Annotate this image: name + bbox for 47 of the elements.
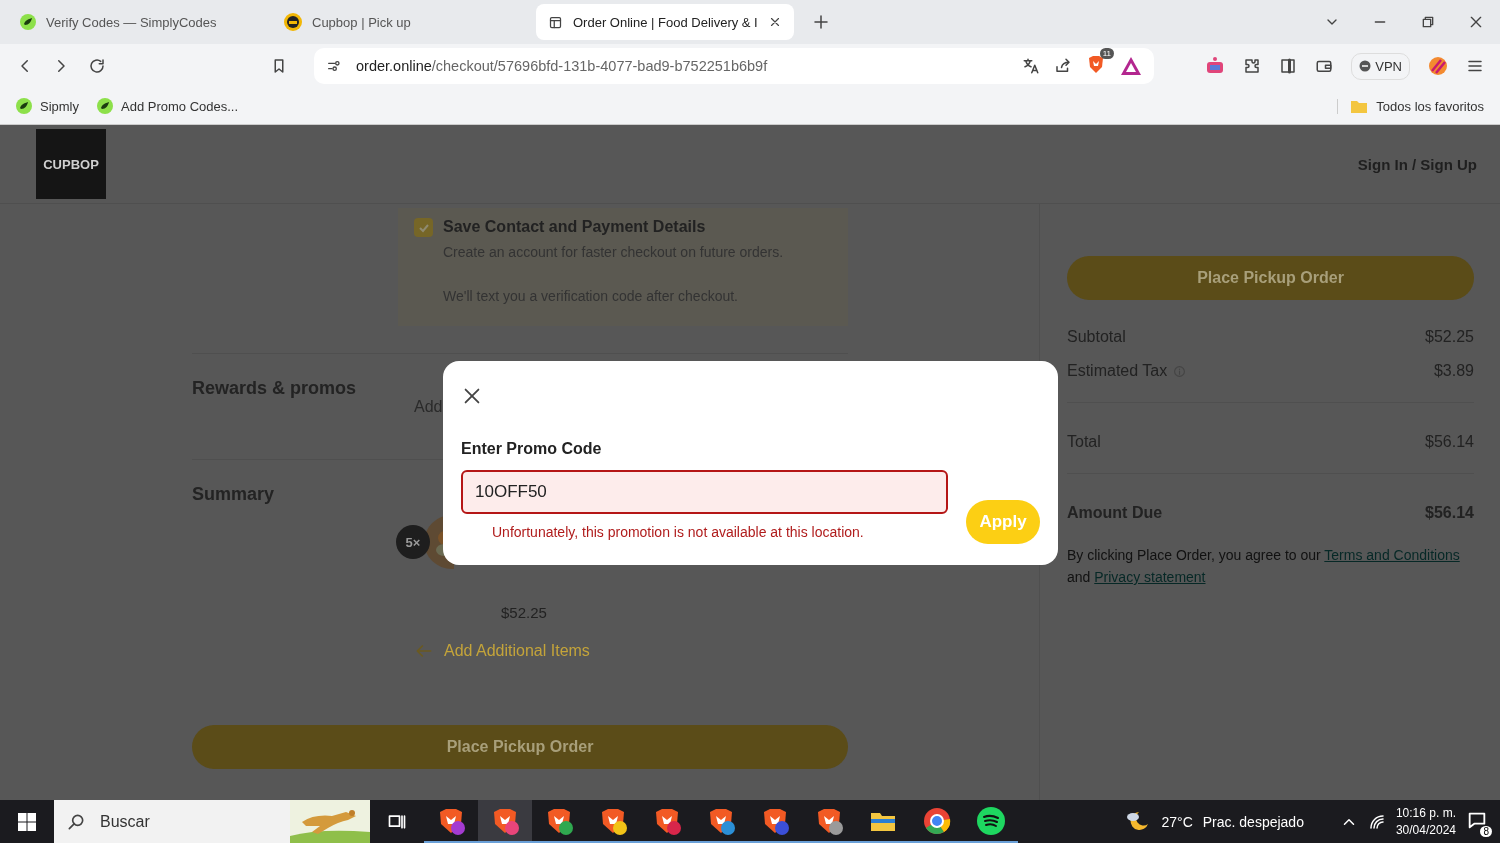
page-icon <box>548 14 563 30</box>
lion-shield-icon[interactable] <box>1086 54 1106 74</box>
puzzle-icon[interactable] <box>1243 57 1262 75</box>
browser-tab[interactable]: Cupbop | Pick up <box>272 4 518 40</box>
url-text[interactable]: order.online/checkout/57696bfd-131b-4077-bad9-b752251b6b9f <box>356 58 1008 74</box>
close-icon[interactable] <box>1468 14 1484 30</box>
bookmarks-folder[interactable]: Todos los favoritos <box>1350 98 1484 114</box>
legal-text: By clicking Place Order, you agree to our Terms and Conditions and Privacy statement <box>1067 546 1461 587</box>
vpn-button[interactable]: VPN <box>1351 52 1410 80</box>
folder-icon <box>1350 98 1369 114</box>
share-icon[interactable] <box>1054 57 1072 75</box>
brand-logo[interactable]: CUPBOP <box>36 129 106 199</box>
windows-logo-icon[interactable] <box>18 812 36 831</box>
close-icon[interactable] <box>768 15 782 29</box>
checkbox[interactable] <box>414 218 433 237</box>
clock-date[interactable]: 30/04/2024 <box>1395 821 1456 839</box>
bookmark-link[interactable]: Sipmly <box>16 98 79 114</box>
robot-icon[interactable] <box>1205 56 1226 76</box>
quantity-badge: 5× <box>396 525 430 559</box>
bookmark-link[interactable]: Add Promo Codes... <box>97 98 239 114</box>
promo-code-field[interactable]: 10OFF50 <box>461 470 948 514</box>
browser-tab[interactable]: Verify Codes — SimplyCodes <box>8 4 254 40</box>
new-tab-icon[interactable] <box>812 13 830 31</box>
triangle-logo-icon[interactable] <box>1120 56 1142 76</box>
translate-icon[interactable] <box>1022 57 1040 75</box>
wifi-icon[interactable] <box>1367 812 1386 831</box>
reload-icon[interactable] <box>88 57 106 75</box>
dialog-title: Enter Promo Code <box>461 440 603 458</box>
search-field[interactable]: Buscar <box>98 811 282 832</box>
weather-text: Prac. despejado <box>1202 813 1304 830</box>
error-message: Unfortunately, this promotion is not available at this location. <box>492 524 865 540</box>
sidebar-icon[interactable] <box>1279 57 1298 75</box>
notification-count: 8 <box>1480 826 1492 837</box>
search-box[interactable]: Buscar <box>54 800 370 843</box>
browser-tab[interactable]: Order Online | Food Delivery & I <box>536 4 794 40</box>
bowl-logo-icon <box>284 13 302 31</box>
minus-circle-icon <box>1359 60 1372 72</box>
site-settings-icon[interactable] <box>326 58 342 74</box>
save-details-title: Save Contact and Payment Details <box>443 218 707 236</box>
notification-badge: 11 <box>1099 48 1114 59</box>
temperature-text: 27°C <box>1161 813 1193 830</box>
restore-icon[interactable] <box>1420 14 1436 30</box>
slashes-logo-icon[interactable] <box>1428 56 1448 76</box>
leaf-logo-icon <box>20 14 36 30</box>
leaf-logo-icon <box>16 98 32 114</box>
clock-time[interactable]: 10:16 p. m. <box>1395 804 1456 822</box>
leaf-logo-icon <box>97 98 113 114</box>
